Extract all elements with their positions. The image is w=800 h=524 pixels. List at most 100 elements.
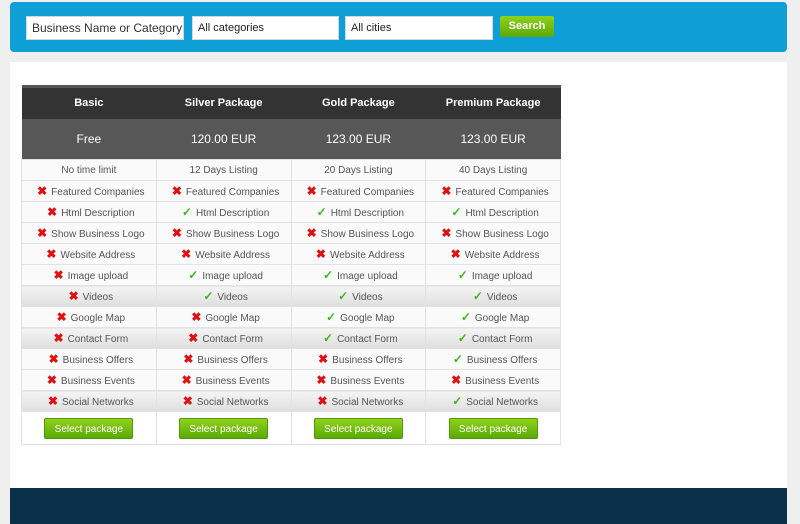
cross-icon: ✖ [306, 226, 317, 240]
feature-cell: ✖ Business Events [21, 369, 157, 391]
select-package-button[interactable]: Select package [448, 417, 538, 439]
feature-label: Business Offers [466, 355, 538, 366]
feature-label: Business Events [60, 376, 135, 387]
feature-cell: ✓ Videos [425, 285, 561, 307]
table-row: ✖ Business Offers ✖ Business Offers ✖ Busines… [21, 348, 561, 370]
cross-icon: ✖ [441, 184, 452, 198]
check-icon: ✓ [203, 289, 214, 303]
cross-icon: ✖ [450, 247, 461, 261]
feature-cell: ✓ Html Description [155, 201, 292, 223]
select-cell: Select package [290, 411, 427, 445]
cross-icon: ✖ [182, 394, 193, 408]
select-package-button[interactable]: Select package [44, 417, 134, 439]
feature-label: Show Business Logo [185, 229, 280, 240]
feature-cell: ✓ Contact Form [290, 327, 427, 349]
feature-label: Featured Companies [320, 187, 415, 198]
table-row: Free 120.00 EUR 123.00 EUR 123.00 EUR [21, 118, 561, 160]
feature-label: Contact Form [471, 334, 533, 345]
feature-label: Html Description [465, 208, 539, 219]
feature-cell: ✖ Featured Companies [155, 180, 292, 202]
feature-cell: ✖ Google Map [21, 306, 157, 328]
package-price: Free [21, 118, 157, 160]
city-select[interactable]: All cities [345, 16, 493, 40]
feature-cell: ✖ Google Map [155, 306, 292, 328]
feature-label: Image upload [67, 271, 129, 282]
search-input[interactable]: Business Name or Category [26, 16, 184, 40]
feature-label: Show Business Logo [51, 229, 145, 240]
feature-label: Social Networks [196, 397, 269, 408]
pricing-table: Basic Silver Package Gold Package Premium P… [21, 85, 561, 445]
check-icon: ✓ [451, 205, 462, 219]
package-price: 123.00 EUR [425, 118, 561, 160]
cross-icon: ✖ [47, 394, 59, 408]
table-row: ✖ Html Description ✓ Html Description ✓ Html … [21, 201, 561, 223]
check-icon: ✓ [452, 394, 463, 408]
feature-label: Social Networks [466, 397, 538, 408]
feature-cell: ✖ Website Address [21, 243, 157, 265]
feature-label: Website Address [464, 250, 540, 261]
feature-label: Videos [352, 292, 383, 303]
feature-label: Website Address [195, 250, 271, 261]
feature-label: Business Offers [62, 355, 134, 366]
check-icon: ✓ [188, 268, 199, 282]
check-icon: ✓ [181, 205, 192, 219]
feature-label: Business Events [465, 376, 540, 387]
category-select[interactable]: All categories [192, 16, 339, 40]
feature-cell: ✓ Image upload [290, 264, 427, 286]
cross-icon: ✖ [47, 205, 58, 219]
feature-label: Featured Companies [455, 187, 549, 198]
select-package-button[interactable]: Select package [313, 417, 403, 439]
feature-cell: ✖ Social Networks [155, 390, 292, 412]
feature-cell: ✓ Videos [155, 285, 292, 307]
select-package-button[interactable]: Select package [179, 417, 269, 439]
table-row: ✖ Social Networks ✖ Social Networks ✖ Social … [21, 390, 561, 412]
feature-label: Html Description [330, 208, 405, 219]
feature-cell: ✓ Contact Form [425, 327, 561, 349]
cross-icon: ✖ [53, 331, 64, 345]
feature-cell: ✖ Business Events [425, 369, 561, 391]
package-duration: 40 Days Listing [425, 159, 561, 181]
cross-icon: ✖ [53, 268, 64, 282]
feature-cell: ✖ Show Business Logo [155, 222, 292, 244]
cross-icon: ✖ [315, 247, 326, 261]
feature-label: Image upload [471, 271, 533, 282]
feature-cell: ✖ Business Offers [290, 348, 427, 370]
feature-cell: ✓ Image upload [155, 264, 292, 286]
feature-cell: ✖ Business Offers [155, 348, 292, 370]
feature-cell: ✖ Business Events [290, 369, 427, 391]
cross-icon: ✖ [441, 226, 452, 240]
cross-icon: ✖ [181, 373, 192, 387]
feature-label: Featured Companies [51, 187, 145, 198]
cross-icon: ✖ [46, 373, 57, 387]
feature-cell: ✖ Business Offers [21, 348, 157, 370]
search-bar: Business Name or Category All categories… [10, 2, 787, 52]
check-icon: ✓ [457, 331, 468, 345]
feature-cell: ✖ Social Networks [21, 390, 157, 412]
feature-label: Videos [82, 292, 114, 303]
cross-icon: ✖ [191, 310, 202, 324]
check-icon: ✓ [460, 310, 471, 324]
check-icon: ✓ [326, 310, 337, 324]
table-row: ✖ Google Map ✖ Google Map ✓ Google Map ✓ Google… [21, 306, 561, 328]
package-duration: No time limit [21, 159, 157, 181]
feature-cell: ✓ Image upload [425, 264, 561, 286]
feature-cell: ✖ Featured Companies [425, 180, 561, 202]
feature-label: Business Events [195, 376, 270, 387]
feature-cell: ✓ Business Offers [425, 348, 561, 370]
check-icon: ✓ [323, 331, 334, 345]
feature-label: Business Offers [197, 355, 268, 366]
feature-label: Featured Companies [185, 187, 280, 198]
cross-icon: ✖ [171, 184, 182, 198]
table-row: ✖ Website Address ✖ Website Address ✖ Website… [21, 243, 561, 265]
search-button[interactable]: Search [500, 16, 554, 37]
feature-label: Contact Form [67, 334, 129, 345]
select-cell: Select package [425, 411, 561, 445]
feature-label: Website Address [329, 250, 405, 261]
feature-label: Google Map [340, 313, 395, 324]
feature-label: Google Map [70, 313, 126, 324]
cross-icon: ✖ [181, 247, 192, 261]
cross-icon: ✖ [37, 226, 48, 240]
table-row: ✖ Featured Companies ✖ Featured Companies ✖ F… [21, 180, 561, 202]
feature-cell: ✖ Featured Companies [290, 180, 427, 202]
feature-label: Show Business Logo [320, 229, 415, 240]
